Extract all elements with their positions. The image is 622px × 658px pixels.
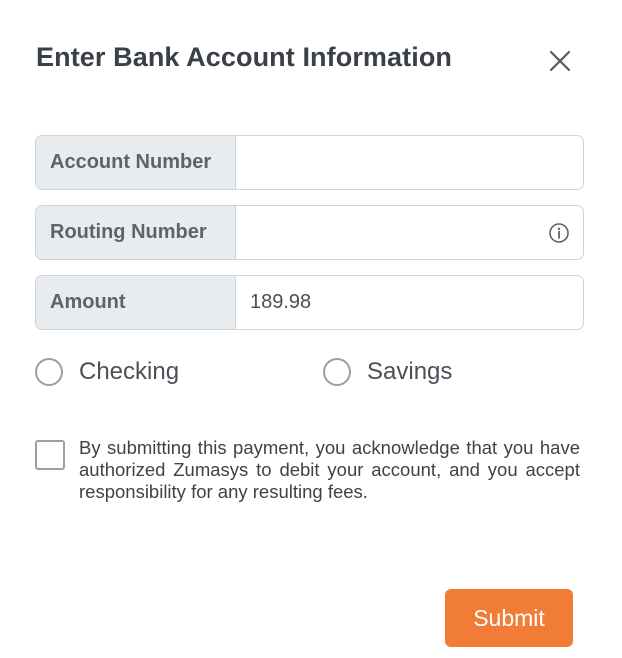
dialog-title: Enter Bank Account Information [36, 42, 453, 72]
close-button[interactable] [543, 44, 577, 78]
amount-group: Amount [35, 275, 584, 330]
routing-number-label: Routing Number [36, 206, 236, 259]
account-number-input[interactable] [236, 136, 583, 189]
amount-label: Amount [36, 276, 236, 329]
checking-radio[interactable]: Checking [35, 358, 179, 386]
consent-row: By submitting this payment, you acknowle… [35, 437, 580, 503]
amount-input[interactable] [236, 276, 583, 329]
close-icon [549, 50, 571, 72]
savings-radio[interactable]: Savings [323, 358, 452, 386]
account-number-group: Account Number [35, 135, 584, 190]
consent-text: By submitting this payment, you acknowle… [79, 437, 580, 502]
bank-account-dialog: Enter Bank Account Information Account N… [0, 0, 622, 658]
checking-radio-circle[interactable] [35, 358, 63, 386]
checking-label: Checking [79, 358, 180, 385]
info-icon[interactable] [535, 206, 583, 259]
routing-number-group: Routing Number [35, 205, 584, 260]
account-number-label: Account Number [36, 136, 236, 189]
savings-label: Savings [367, 358, 453, 385]
routing-number-input[interactable] [236, 206, 535, 259]
consent-checkbox[interactable] [35, 440, 65, 470]
savings-radio-circle[interactable] [323, 358, 351, 386]
submit-button[interactable]: Submit [445, 589, 573, 647]
